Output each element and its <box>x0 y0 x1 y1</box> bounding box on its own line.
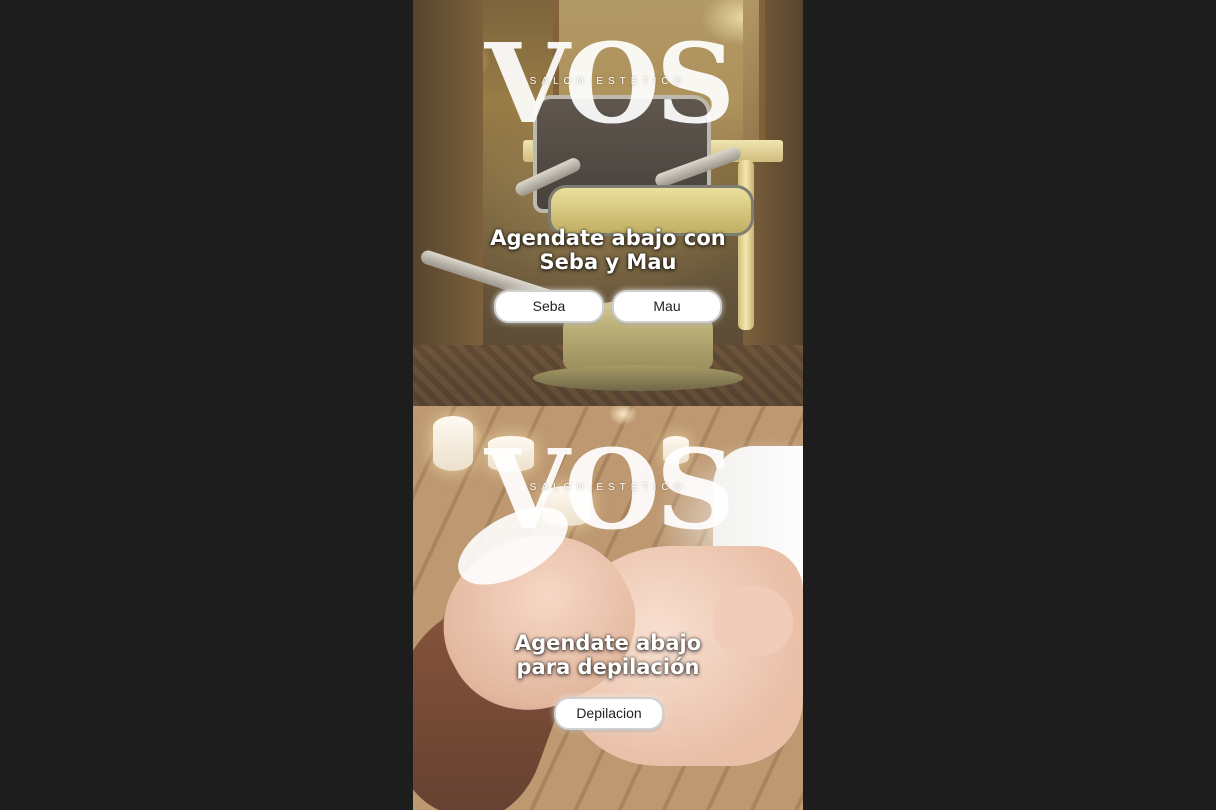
logo-subtitle: SALON ESTETICO <box>529 482 687 493</box>
book-seba-button[interactable]: Seba <box>494 290 604 323</box>
depilation-heading-text: Agendate abajo para depilación <box>514 631 702 679</box>
vos-logo: VOS SALON ESTETICO <box>413 38 803 128</box>
landing-page: VOS SALON ESTETICO Agendate abajo con Se… <box>413 0 803 810</box>
barber-section: VOS SALON ESTETICO Agendate abajo con Se… <box>413 0 803 406</box>
book-depilacion-button[interactable]: Depilacion <box>554 697 664 730</box>
logo-subtitle: SALON ESTETICO <box>529 76 687 87</box>
barber-heading-text: Agendate abajo con Seba y Mau <box>490 226 726 274</box>
depilation-section: VOS SALON ESTETICO Agendate abajo para d… <box>413 406 803 810</box>
section-heading: Agendate abajo con Seba y Mau <box>413 226 803 274</box>
book-mau-button[interactable]: Mau <box>612 290 722 323</box>
section-heading: Agendate abajo para depilación <box>413 631 803 679</box>
vos-logo: VOS SALON ESTETICO <box>413 444 803 534</box>
